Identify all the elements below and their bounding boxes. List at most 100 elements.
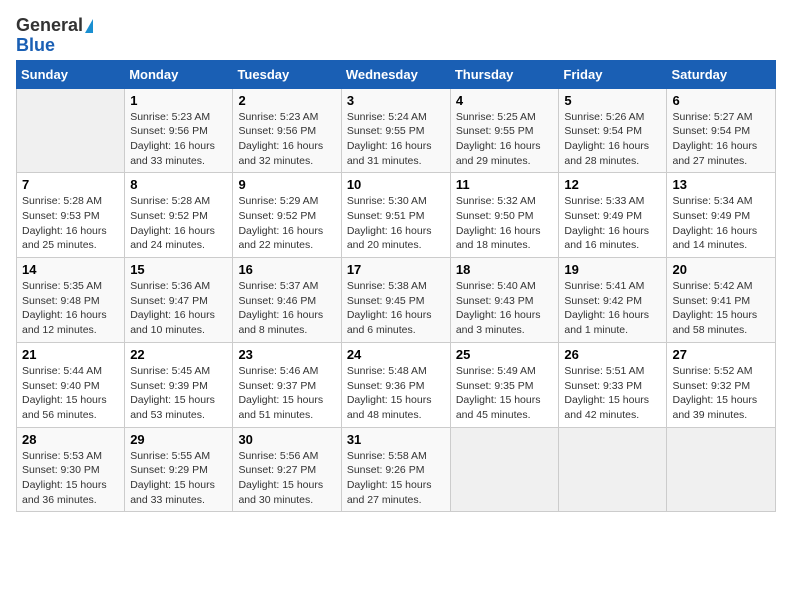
day-info: Sunrise: 5:42 AM Sunset: 9:41 PM Dayligh… xyxy=(672,279,770,338)
day-info: Sunrise: 5:51 AM Sunset: 9:33 PM Dayligh… xyxy=(564,364,661,423)
calendar-cell xyxy=(17,88,125,173)
day-info: Sunrise: 5:44 AM Sunset: 9:40 PM Dayligh… xyxy=(22,364,119,423)
calendar-week-row: 14 Sunrise: 5:35 AM Sunset: 9:48 PM Dayli… xyxy=(17,258,776,343)
day-number: 5 xyxy=(564,93,661,108)
calendar-week-row: 7Sunrise: 5:28 AM Sunset: 9:53 PM Daylig… xyxy=(17,173,776,258)
day-number: 22 xyxy=(130,347,227,362)
calendar-cell: 30 Sunrise: 5:56 AM Sunset: 9:27 PM Dayli… xyxy=(233,427,341,512)
calendar-cell: 14 Sunrise: 5:35 AM Sunset: 9:48 PM Dayli… xyxy=(17,258,125,343)
calendar-cell: 31 Sunrise: 5:58 AM Sunset: 9:26 PM Dayli… xyxy=(341,427,450,512)
day-info: Sunrise: 5:41 AM Sunset: 9:42 PM Dayligh… xyxy=(564,279,661,338)
day-info: Sunrise: 5:35 AM Sunset: 9:48 PM Dayligh… xyxy=(22,279,119,338)
calendar-cell xyxy=(559,427,667,512)
calendar-dow-header: Thursday xyxy=(450,60,559,88)
day-number: 21 xyxy=(22,347,119,362)
day-info: Sunrise: 5:37 AM Sunset: 9:46 PM Dayligh… xyxy=(238,279,335,338)
calendar-cell: 15 Sunrise: 5:36 AM Sunset: 9:47 PM Dayli… xyxy=(125,258,233,343)
day-info: Sunrise: 5:49 AM Sunset: 9:35 PM Dayligh… xyxy=(456,364,554,423)
day-number: 10 xyxy=(347,177,445,192)
day-number: 18 xyxy=(456,262,554,277)
day-number: 30 xyxy=(238,432,335,447)
day-info: Sunrise: 5:28 AM Sunset: 9:52 PM Dayligh… xyxy=(130,194,227,253)
calendar-dow-header: Sunday xyxy=(17,60,125,88)
day-number: 27 xyxy=(672,347,770,362)
calendar-cell: 29 Sunrise: 5:55 AM Sunset: 9:29 PM Dayli… xyxy=(125,427,233,512)
day-number: 6 xyxy=(672,93,770,108)
day-info: Sunrise: 5:52 AM Sunset: 9:32 PM Dayligh… xyxy=(672,364,770,423)
calendar-dow-header: Friday xyxy=(559,60,667,88)
day-number: 14 xyxy=(22,262,119,277)
calendar-cell: 6 Sunrise: 5:27 AM Sunset: 9:54 PM Daylig… xyxy=(667,88,776,173)
logo-general-text: General xyxy=(16,15,83,35)
calendar-cell: 9 Sunrise: 5:29 AM Sunset: 9:52 PM Daylig… xyxy=(233,173,341,258)
calendar-cell: 12 Sunrise: 5:33 AM Sunset: 9:49 PM Dayli… xyxy=(559,173,667,258)
day-number: 2 xyxy=(238,93,335,108)
day-number: 17 xyxy=(347,262,445,277)
day-number: 31 xyxy=(347,432,445,447)
calendar-cell: 20 Sunrise: 5:42 AM Sunset: 9:41 PM Dayli… xyxy=(667,258,776,343)
calendar-dow-header: Tuesday xyxy=(233,60,341,88)
day-info: Sunrise: 5:56 AM Sunset: 9:27 PM Dayligh… xyxy=(238,449,335,508)
calendar-cell: 17 Sunrise: 5:38 AM Sunset: 9:45 PM Dayli… xyxy=(341,258,450,343)
day-number: 20 xyxy=(672,262,770,277)
calendar-cell: 19 Sunrise: 5:41 AM Sunset: 9:42 PM Dayli… xyxy=(559,258,667,343)
day-info: Sunrise: 5:28 AM Sunset: 9:53 PM Dayligh… xyxy=(22,194,119,253)
calendar-cell xyxy=(450,427,559,512)
day-number: 24 xyxy=(347,347,445,362)
day-info: Sunrise: 5:29 AM Sunset: 9:52 PM Dayligh… xyxy=(238,194,335,253)
calendar-cell: 8 Sunrise: 5:28 AM Sunset: 9:52 PM Daylig… xyxy=(125,173,233,258)
calendar-cell: 13 Sunrise: 5:34 AM Sunset: 9:49 PM Dayli… xyxy=(667,173,776,258)
day-number: 13 xyxy=(672,177,770,192)
calendar-cell: 5 Sunrise: 5:26 AM Sunset: 9:54 PM Daylig… xyxy=(559,88,667,173)
day-number: 26 xyxy=(564,347,661,362)
day-number: 4 xyxy=(456,93,554,108)
day-number: 29 xyxy=(130,432,227,447)
calendar-week-row: 21 Sunrise: 5:44 AM Sunset: 9:40 PM Dayli… xyxy=(17,342,776,427)
day-number: 11 xyxy=(456,177,554,192)
day-info: Sunrise: 5:27 AM Sunset: 9:54 PM Dayligh… xyxy=(672,110,770,169)
calendar-cell: 22 Sunrise: 5:45 AM Sunset: 9:39 PM Dayli… xyxy=(125,342,233,427)
day-info: Sunrise: 5:48 AM Sunset: 9:36 PM Dayligh… xyxy=(347,364,445,423)
day-info: Sunrise: 5:40 AM Sunset: 9:43 PM Dayligh… xyxy=(456,279,554,338)
calendar-cell: 2Sunrise: 5:23 AM Sunset: 9:56 PM Daylig… xyxy=(233,88,341,173)
day-info: Sunrise: 5:25 AM Sunset: 9:55 PM Dayligh… xyxy=(456,110,554,169)
page-header: General Blue xyxy=(16,16,776,56)
day-info: Sunrise: 5:30 AM Sunset: 9:51 PM Dayligh… xyxy=(347,194,445,253)
day-number: 1 xyxy=(130,93,227,108)
day-info: Sunrise: 5:34 AM Sunset: 9:49 PM Dayligh… xyxy=(672,194,770,253)
calendar-cell: 23 Sunrise: 5:46 AM Sunset: 9:37 PM Dayli… xyxy=(233,342,341,427)
calendar-cell: 18 Sunrise: 5:40 AM Sunset: 9:43 PM Dayli… xyxy=(450,258,559,343)
day-number: 19 xyxy=(564,262,661,277)
day-info: Sunrise: 5:46 AM Sunset: 9:37 PM Dayligh… xyxy=(238,364,335,423)
calendar-cell: 24 Sunrise: 5:48 AM Sunset: 9:36 PM Dayli… xyxy=(341,342,450,427)
calendar-header-row: SundayMondayTuesdayWednesdayThursdayFrid… xyxy=(17,60,776,88)
day-info: Sunrise: 5:38 AM Sunset: 9:45 PM Dayligh… xyxy=(347,279,445,338)
day-number: 9 xyxy=(238,177,335,192)
day-info: Sunrise: 5:33 AM Sunset: 9:49 PM Dayligh… xyxy=(564,194,661,253)
calendar-cell: 16Sunrise: 5:37 AM Sunset: 9:46 PM Dayli… xyxy=(233,258,341,343)
day-info: Sunrise: 5:36 AM Sunset: 9:47 PM Dayligh… xyxy=(130,279,227,338)
calendar-dow-header: Wednesday xyxy=(341,60,450,88)
calendar-cell: 10 Sunrise: 5:30 AM Sunset: 9:51 PM Dayli… xyxy=(341,173,450,258)
day-info: Sunrise: 5:58 AM Sunset: 9:26 PM Dayligh… xyxy=(347,449,445,508)
calendar-cell: 11 Sunrise: 5:32 AM Sunset: 9:50 PM Dayli… xyxy=(450,173,559,258)
calendar-cell: 21 Sunrise: 5:44 AM Sunset: 9:40 PM Dayli… xyxy=(17,342,125,427)
day-info: Sunrise: 5:55 AM Sunset: 9:29 PM Dayligh… xyxy=(130,449,227,508)
day-number: 15 xyxy=(130,262,227,277)
day-number: 3 xyxy=(347,93,445,108)
calendar-week-row: 1 Sunrise: 5:23 AM Sunset: 9:56 PM Daylig… xyxy=(17,88,776,173)
day-number: 23 xyxy=(238,347,335,362)
calendar-dow-header: Monday xyxy=(125,60,233,88)
logo-icon xyxy=(85,19,93,33)
logo: General Blue xyxy=(16,16,93,56)
calendar-cell xyxy=(667,427,776,512)
day-info: Sunrise: 5:32 AM Sunset: 9:50 PM Dayligh… xyxy=(456,194,554,253)
day-number: 12 xyxy=(564,177,661,192)
calendar-table: SundayMondayTuesdayWednesdayThursdayFrid… xyxy=(16,60,776,513)
day-info: Sunrise: 5:23 AM Sunset: 9:56 PM Dayligh… xyxy=(130,110,227,169)
calendar-dow-header: Saturday xyxy=(667,60,776,88)
day-info: Sunrise: 5:26 AM Sunset: 9:54 PM Dayligh… xyxy=(564,110,661,169)
day-info: Sunrise: 5:45 AM Sunset: 9:39 PM Dayligh… xyxy=(130,364,227,423)
calendar-cell: 3Sunrise: 5:24 AM Sunset: 9:55 PM Daylig… xyxy=(341,88,450,173)
day-number: 8 xyxy=(130,177,227,192)
